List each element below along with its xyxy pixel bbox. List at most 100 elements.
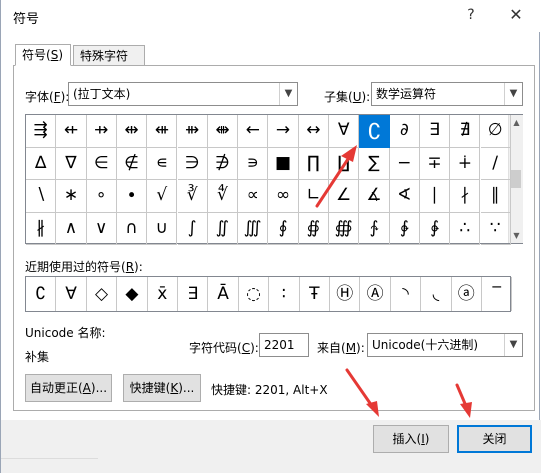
symbol-cell[interactable]: ∙	[116, 180, 148, 213]
tab-special-characters[interactable]: 特殊字符(P)	[73, 45, 145, 83]
symbol-cell[interactable]: ∡	[359, 180, 390, 213]
symbol-cell[interactable]: ←	[238, 115, 269, 148]
insert-button[interactable]: 插入(I)	[373, 425, 449, 453]
close-button[interactable]: 关闭	[457, 425, 532, 453]
symbol-cell[interactable]: ∐	[329, 147, 360, 180]
symbol-cell[interactable]: ■	[268, 147, 299, 180]
symbol-cell[interactable]: ∣	[419, 180, 451, 213]
symbol-cell[interactable]: ∝	[238, 180, 269, 213]
symbol-cell[interactable]: ∩	[116, 212, 148, 245]
recent-symbol-cell[interactable]: ∶	[269, 277, 300, 311]
symbol-cell[interactable]: ∪	[147, 212, 178, 245]
chevron-down-icon[interactable]: ▼	[504, 83, 522, 105]
symbol-cell[interactable]: ∟	[298, 180, 329, 213]
symbol-cell[interactable]: ∀	[329, 115, 360, 148]
recent-symbol-cell[interactable]: ∀	[56, 277, 87, 311]
symbol-cell[interactable]: −	[389, 147, 420, 180]
autocorrect-button[interactable]: 自动更正(A)...	[25, 374, 112, 402]
symbol-cell[interactable]: ∫	[177, 212, 208, 245]
symbol-cell[interactable]: ∖	[26, 180, 57, 213]
symbol-cell[interactable]: ∧	[56, 212, 87, 245]
shortcut-key-button[interactable]: 快捷键(K)...	[123, 374, 201, 402]
recent-symbol-cell[interactable]: ∃	[178, 277, 209, 311]
symbol-cell[interactable]: ∕	[480, 147, 511, 180]
recent-symbol-cell[interactable]: Ⓐ	[360, 277, 391, 311]
recent-symbol-cell[interactable]: ◇	[87, 277, 118, 311]
symbol-cell[interactable]: ↔	[298, 115, 329, 148]
symbol-cell[interactable]: ∍	[238, 147, 269, 180]
symbol-cell[interactable]: ⇻	[177, 115, 208, 148]
symbol-cell[interactable]: ∬	[207, 212, 239, 245]
chevron-down-icon[interactable]: ▼	[279, 83, 297, 105]
recent-symbol-cell[interactable]: ∁	[26, 277, 57, 311]
symbol-cell[interactable]: ∴	[450, 212, 481, 245]
symbol-cell[interactable]: ∅	[480, 115, 511, 148]
symbol-cell[interactable]: ∞	[268, 180, 299, 213]
symbol-cell[interactable]: ⇷	[56, 115, 87, 148]
scroll-down-icon[interactable]: ▼	[509, 228, 524, 243]
symbol-cell[interactable]: ∲	[389, 212, 420, 245]
recent-symbol-cell[interactable]: ‾	[482, 277, 513, 311]
symbol-cell[interactable]: ∄	[450, 115, 481, 148]
recent-symbol-cell[interactable]: Ā	[208, 277, 239, 311]
tab-symbols[interactable]: 符号(S)	[15, 44, 71, 66]
symbol-cell[interactable]: ∇	[56, 147, 87, 180]
subset-select[interactable]: 数学运算符 ▼	[371, 82, 523, 106]
recent-symbol-cell[interactable]: ◆	[117, 277, 148, 311]
recent-symbol-cell[interactable]: ◌	[239, 277, 270, 311]
symbol-cell[interactable]: ∯	[298, 212, 329, 245]
symbol-cell[interactable]: ∔	[450, 147, 481, 180]
char-code-input[interactable]: 2201	[259, 333, 309, 357]
symbol-cell[interactable]: ∳	[419, 212, 451, 245]
symbol-cell[interactable]: ⇸	[86, 115, 117, 148]
symbol-cell[interactable]: ∤	[450, 180, 481, 213]
symbol-cell[interactable]: ∋	[177, 147, 208, 180]
symbol-cell[interactable]: ∘	[86, 180, 117, 213]
chevron-down-icon[interactable]: ▼	[504, 334, 522, 356]
symbol-cell[interactable]: ⇹	[116, 115, 148, 148]
symbol-cell[interactable]: ⇶	[26, 115, 57, 148]
recent-symbol-cell[interactable]: Ŧ	[300, 277, 330, 311]
font-select[interactable]: (拉丁文本) ▼	[68, 82, 298, 106]
symbol-cell[interactable]: ∗	[56, 180, 87, 213]
symbol-cell[interactable]: √	[147, 180, 178, 213]
recent-symbols[interactable]: ∁ ∀ ◇ ◆ x̄ ∃ Ā ◌ ∶ Ŧ Ⓗ Ⓐ ◝ ◟ ⓐ ‾	[25, 276, 513, 312]
symbol-cell[interactable]: ∭	[238, 212, 269, 245]
from-select[interactable]: Unicode(十六进制) ▼	[367, 333, 523, 357]
symbol-cell[interactable]: ∓	[419, 147, 451, 180]
symbol-cell[interactable]: →	[268, 115, 299, 148]
symbol-cell[interactable]: ∨	[86, 212, 117, 245]
symbol-cell[interactable]: ⇼	[207, 115, 239, 148]
symbol-cell[interactable]: ∊	[147, 147, 178, 180]
symbol-cell[interactable]: ∰	[329, 212, 360, 245]
symbol-cell[interactable]: ∜	[207, 180, 239, 213]
recent-symbol-cell[interactable]: Ⓗ	[330, 277, 361, 311]
symbol-cell[interactable]: ∂	[389, 115, 420, 148]
symbol-cell[interactable]: ∠	[329, 180, 360, 213]
symbol-cell[interactable]: ∮	[268, 212, 299, 245]
symbol-cell[interactable]: ∢	[389, 180, 420, 213]
symbol-cell[interactable]: ∑	[359, 147, 390, 180]
symbol-cell[interactable]: ∌	[207, 147, 239, 180]
symbol-cell[interactable]: ∥	[480, 180, 511, 213]
symbol-cell[interactable]: ∏	[298, 147, 329, 180]
symbol-cell[interactable]: ∱	[359, 212, 390, 245]
scroll-up-icon[interactable]: ▲	[509, 115, 524, 130]
symbol-cell[interactable]: ∉	[116, 147, 148, 180]
symbol-cell[interactable]: ∃	[419, 115, 451, 148]
close-icon[interactable]: ✕	[503, 3, 529, 27]
recent-symbol-cell[interactable]: ◝	[391, 277, 422, 311]
help-button[interactable]: ?	[458, 3, 484, 27]
symbol-grid[interactable]: ▲ ▼ ⇶ ⇷ ⇸ ⇹ ⇺ ⇻ ⇼ ← → ↔ ∀ ∁ ∂ ∃ ∄ ∅ ∆ ∇ ∈ ∉ ∊ ∋ ∌ ∍ ■ ∏ ∐ ∑ − ∓ ∔ ∕ ∖ ∗ ∘ ∙…	[25, 114, 524, 245]
recent-symbol-cell[interactable]: ◟	[421, 277, 452, 311]
scroll-thumb[interactable]	[511, 170, 521, 188]
symbol-cell[interactable]: ⇺	[147, 115, 178, 148]
recent-symbol-cell[interactable]: x̄	[148, 277, 178, 311]
symbol-cell[interactable]: ∆	[26, 147, 57, 180]
symbol-cell[interactable]: ∦	[26, 212, 57, 245]
symbol-cell[interactable]: ∵	[480, 212, 511, 245]
recent-symbol-cell[interactable]: ⓐ	[452, 277, 482, 311]
symbol-cell[interactable]: ∛	[177, 180, 208, 213]
symbol-cell[interactable]: ∈	[86, 147, 117, 180]
symbol-cell-selected[interactable]: ∁	[359, 115, 390, 148]
